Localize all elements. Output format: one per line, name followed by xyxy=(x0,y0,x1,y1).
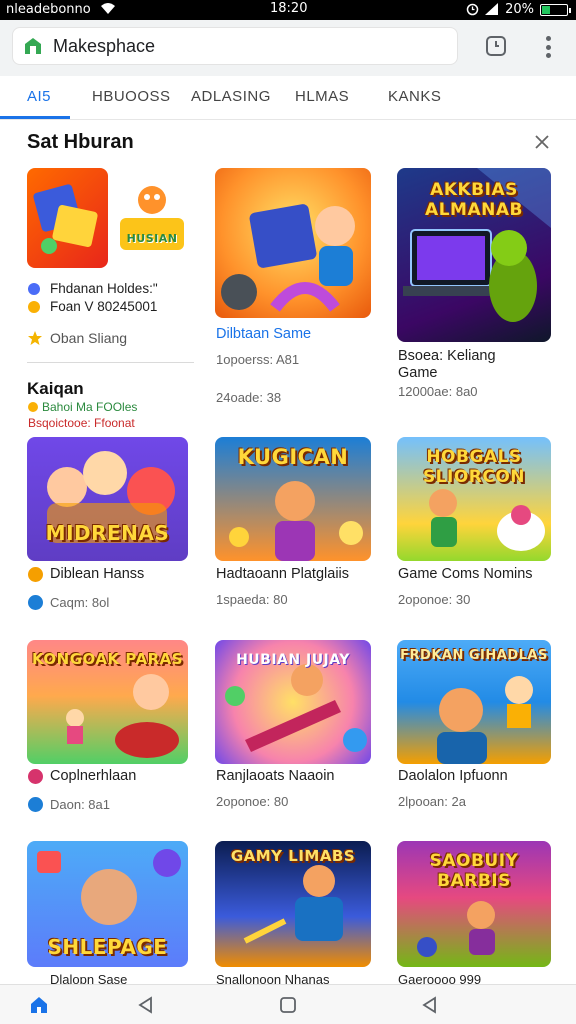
game-title[interactable]: Hadtaoann Platglaiis xyxy=(216,566,349,582)
tab-switcher-icon[interactable] xyxy=(484,34,508,58)
promo-line-1: Fhdanan Holdes:" xyxy=(50,281,158,296)
game-art-text: GAMY LIMABS xyxy=(230,847,356,865)
promo-art-text: HUSIAN xyxy=(126,232,178,245)
game-meta: 1opoerss: A81 xyxy=(216,352,300,367)
game-meta: 1spaeda: 80 xyxy=(216,592,288,607)
game-title[interactable]: Coplnerhlaan xyxy=(50,768,136,784)
heart-badge-icon xyxy=(28,769,43,784)
promo-line-3: Oban Sliang xyxy=(50,330,128,346)
game-title[interactable]: Diblean Hanss xyxy=(50,566,144,582)
game-title[interactable]: Bsoea: Keliang Game xyxy=(398,348,518,382)
game-thumbnail[interactable]: KUGICAN xyxy=(215,437,371,561)
tab-hlmas[interactable]: HLMAS xyxy=(295,88,349,105)
tab-hburan[interactable]: HBUOOSS xyxy=(92,88,171,105)
browser-toolbar: Makesphace xyxy=(0,20,576,76)
status-icons: 20% xyxy=(466,2,571,17)
signal-icon xyxy=(485,3,499,15)
coin-icon xyxy=(28,301,40,313)
section-title: Sat Hburan xyxy=(27,131,134,153)
star-icon xyxy=(28,331,42,345)
game-thumbnail[interactable]: GAMY LIMABS xyxy=(215,841,371,967)
url-text: Makesphace xyxy=(53,35,156,56)
alarm-icon xyxy=(466,3,479,16)
info-dot-icon xyxy=(28,283,40,295)
tab-adlasing[interactable]: ADLASING xyxy=(191,88,271,105)
game-title[interactable]: Game Coms Nomins xyxy=(398,566,533,582)
game-meta: 2oponoe: 80 xyxy=(216,794,289,809)
tab-all[interactable]: AI5 xyxy=(27,88,51,105)
game-art-text: FRDKAN GIHADLAS xyxy=(400,648,548,663)
address-bar[interactable]: Makesphace xyxy=(12,27,458,65)
home-icon[interactable] xyxy=(29,995,49,1015)
game-art-text: MIDRENAS xyxy=(45,521,170,545)
back-icon[interactable] xyxy=(136,995,156,1015)
game-thumbnail[interactable]: FRDKAN GIHADLAS xyxy=(397,640,551,764)
game-thumbnail[interactable]: AKKBIAS ALMANAB xyxy=(397,168,551,342)
game-art-text: HOBGALS SLIORCON xyxy=(422,447,526,487)
system-nav-bar xyxy=(0,984,576,1024)
subsection-title: Kaiqan xyxy=(27,379,84,398)
back-alt-icon[interactable] xyxy=(420,995,440,1015)
more-menu-icon[interactable] xyxy=(536,34,560,60)
game-title[interactable]: Dilbtaan Same xyxy=(216,326,311,342)
game-meta: 2oponoe: 30 xyxy=(398,592,471,607)
game-thumbnail[interactable]: MIDRENAS xyxy=(27,437,188,561)
coin-icon-small xyxy=(28,402,38,412)
battery-icon xyxy=(540,3,571,16)
game-art-text: KUGICAN xyxy=(237,445,349,469)
active-tab-indicator xyxy=(0,116,70,119)
game-title[interactable]: Ranjlaoats Naaoin xyxy=(216,768,335,784)
star-badge-icon xyxy=(28,567,43,582)
game-meta-secondary: 24oade: 38 xyxy=(216,390,282,405)
clock: 18:20 xyxy=(270,1,308,16)
game-thumbnail[interactable]: KONGOAK PARAS xyxy=(27,640,188,764)
divider xyxy=(27,362,194,363)
promo-thumbnail[interactable] xyxy=(27,168,108,268)
game-art-text: SAOBUIY BARBIS xyxy=(429,851,519,891)
subsection-line-1: Bahoi Ma FOOles xyxy=(42,400,138,414)
game-title[interactable]: Daolalon Ipfuonn xyxy=(398,768,508,784)
game-thumbnail[interactable] xyxy=(215,168,371,318)
promo-art: HUSIAN xyxy=(116,180,188,260)
game-art-text: SHLEPAGE xyxy=(47,935,168,959)
game-art-text: HUBIAN JUJAY xyxy=(236,652,350,668)
status-bar: nleadebonno 18:20 20% xyxy=(0,0,576,20)
store-icon xyxy=(25,38,41,54)
category-tabs: AI5 HBUOOSS ADLASING HLMAS KANKS xyxy=(0,76,576,120)
promo-line-2: Foan V 80245001 xyxy=(50,299,158,314)
game-art-text: KONGOAK PARAS xyxy=(31,650,184,668)
close-icon[interactable] xyxy=(532,132,552,152)
carrier-label: nleadebonno xyxy=(6,2,91,17)
game-meta: Caqm: 8ol xyxy=(50,595,110,610)
game-meta: Daon: 8a1 xyxy=(50,797,110,812)
wifi-icon xyxy=(100,1,116,18)
info-badge-icon xyxy=(28,595,43,610)
game-thumbnail[interactable]: SHLEPAGE xyxy=(27,841,188,967)
battery-percent: 20% xyxy=(505,2,534,17)
game-meta: 12000ae: 8a0 xyxy=(398,384,478,399)
game-meta: 2lpooan: 2a xyxy=(398,794,466,809)
game-thumbnail[interactable]: HOBGALS SLIORCON xyxy=(397,437,551,561)
game-art-text: AKKBIAS ALMANAB xyxy=(425,180,523,220)
info-badge-icon xyxy=(28,797,43,812)
game-thumbnail[interactable]: HUBIAN JUJAY xyxy=(215,640,371,764)
game-thumbnail[interactable]: SAOBUIY BARBIS xyxy=(397,841,551,967)
tab-kanks[interactable]: KANKS xyxy=(388,88,441,105)
subsection-line-2: Bsqoictooe: Ffoonat xyxy=(28,416,135,430)
overview-icon[interactable] xyxy=(278,995,298,1015)
